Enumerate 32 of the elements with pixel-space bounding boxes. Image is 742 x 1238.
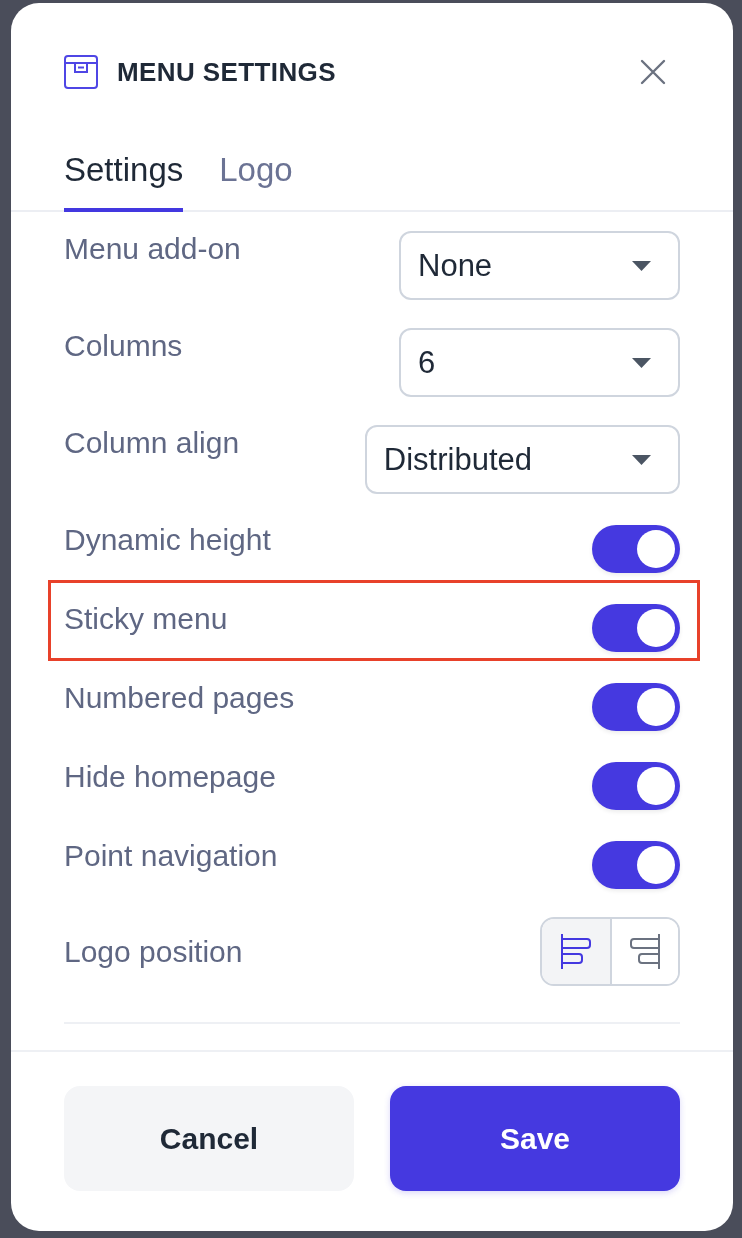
toggle-switch[interactable] bbox=[592, 841, 680, 889]
close-icon bbox=[640, 59, 666, 85]
select-field[interactable]: 6 bbox=[399, 328, 680, 397]
setting-label: Hide homepage bbox=[64, 759, 276, 795]
save-button[interactable]: Save bbox=[390, 1086, 680, 1191]
segment-option[interactable] bbox=[610, 919, 678, 984]
select-field[interactable]: None bbox=[399, 231, 680, 300]
setting-label: Point navigation bbox=[64, 838, 278, 874]
segment-option[interactable] bbox=[542, 919, 610, 984]
setting-label: Columns bbox=[64, 328, 183, 364]
select-field[interactable]: Distributed bbox=[364, 425, 680, 494]
tab[interactable]: Logo bbox=[219, 150, 293, 212]
toggle-switch[interactable] bbox=[592, 683, 680, 731]
panel-icon bbox=[64, 55, 98, 89]
caret-icon bbox=[632, 454, 651, 465]
close-button[interactable] bbox=[640, 59, 666, 85]
setting-label: Column align bbox=[64, 425, 240, 461]
setting-label: Numbered pages bbox=[64, 680, 295, 716]
setting-label: Dynamic height bbox=[64, 522, 271, 558]
caret-icon bbox=[632, 260, 651, 271]
tab[interactable]: Settings bbox=[64, 150, 184, 212]
align-right-icon bbox=[630, 934, 660, 969]
setting-label: Sticky menu bbox=[64, 601, 228, 637]
toggle-switch[interactable] bbox=[592, 604, 680, 652]
setting-label: Menu add-on bbox=[64, 231, 241, 267]
toggle-switch[interactable] bbox=[592, 762, 680, 810]
dialog-title: MENU SETTINGS bbox=[117, 56, 337, 88]
setting-label: Logo position bbox=[64, 933, 243, 970]
toggle-switch[interactable] bbox=[592, 525, 680, 573]
align-left-icon bbox=[561, 934, 591, 969]
caret-icon bbox=[632, 357, 651, 368]
cancel-button[interactable]: Cancel bbox=[64, 1086, 354, 1191]
